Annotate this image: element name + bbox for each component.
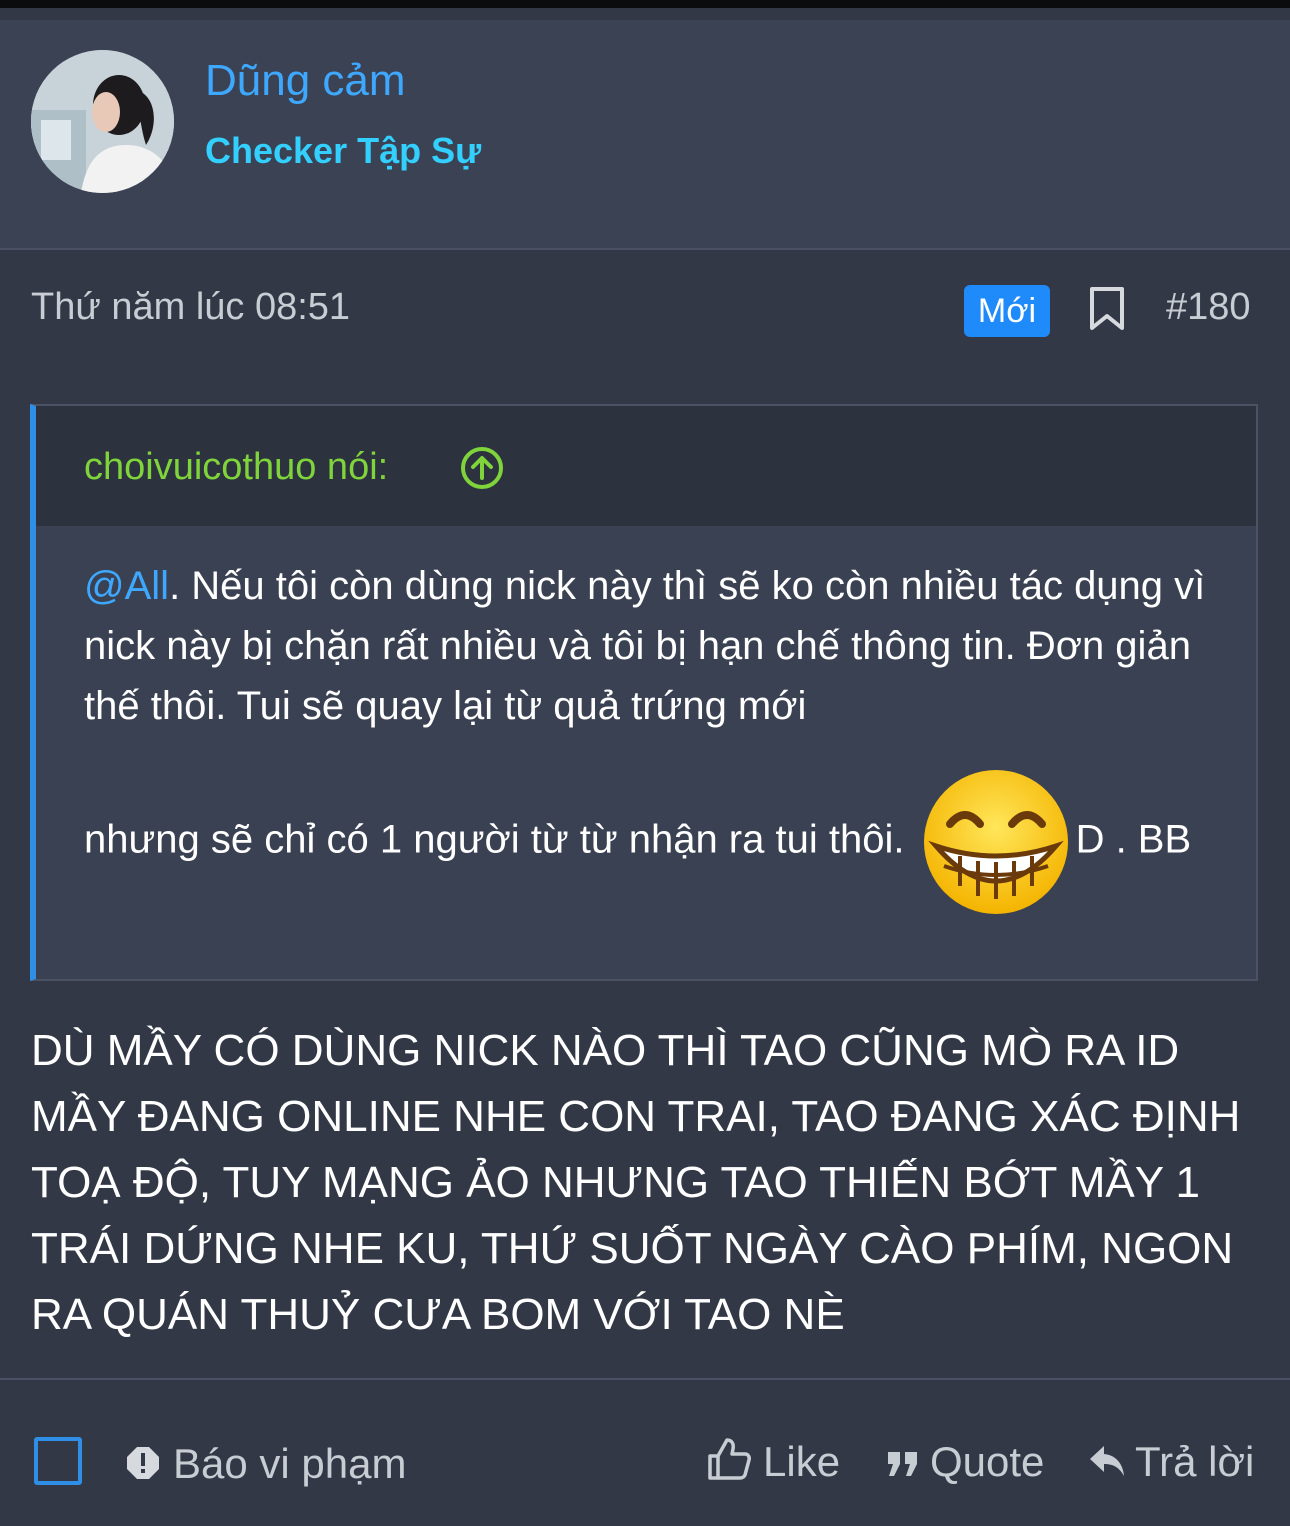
jump-to-quote-icon[interactable] xyxy=(460,446,504,490)
quote-block: choivuicothuo nói: @All. Nếu tôi còn dùn… xyxy=(30,404,1258,981)
like-button[interactable]: Like xyxy=(763,1438,840,1486)
status-bar-strip xyxy=(0,0,1290,8)
post-number[interactable]: #180 xyxy=(1166,286,1251,329)
post-body: DÙ MẦY CÓ DÙNG NICK NÀO THÌ TAO CŨNG MÒ … xyxy=(31,1026,1241,1339)
quote-author[interactable]: choivuicothuo nói: xyxy=(84,446,388,489)
mention-link[interactable]: @All xyxy=(84,564,169,608)
quote-icon[interactable] xyxy=(886,1450,920,1478)
post-actions: Báo vi phạm Like Quote Trả lời xyxy=(0,1378,1290,1526)
quote-body: @All. Nếu tôi còn dùng nick này thì sẽ k… xyxy=(84,556,1214,918)
quote-header: choivuicothuo nói: xyxy=(36,406,1256,526)
post-date[interactable]: Thứ năm lúc 08:51 xyxy=(31,286,350,329)
user-header: Dũng cảm Checker Tập Sự xyxy=(0,20,1290,250)
user-title: Checker Tập Sự xyxy=(205,130,482,171)
avatar[interactable] xyxy=(31,50,174,193)
new-badge: Mới xyxy=(964,285,1050,337)
report-button[interactable]: Báo vi phạm xyxy=(173,1440,406,1488)
report-icon[interactable] xyxy=(126,1446,160,1480)
quote-text-part1: . Nếu tôi còn dùng nick này thì sẽ ko cò… xyxy=(84,564,1206,728)
bookmark-icon[interactable] xyxy=(1088,286,1126,332)
grinning-face-emoji-icon xyxy=(923,770,1068,914)
select-post-checkbox[interactable] xyxy=(34,1437,82,1485)
quote-button[interactable]: Quote xyxy=(930,1438,1044,1486)
username[interactable]: Dũng cảm xyxy=(205,56,406,106)
reply-icon[interactable] xyxy=(1088,1444,1126,1478)
post-meta: Thứ năm lúc 08:51 Mới #180 xyxy=(0,270,1290,350)
reply-button[interactable]: Trả lời xyxy=(1135,1438,1254,1486)
quote-text-part2: nhưng sẽ chỉ có 1 người từ từ nhận ra tu… xyxy=(84,817,905,862)
thumbs-up-icon[interactable] xyxy=(706,1436,752,1482)
quote-text-part3: D . BB xyxy=(1075,817,1192,862)
avatar-image xyxy=(31,50,174,193)
